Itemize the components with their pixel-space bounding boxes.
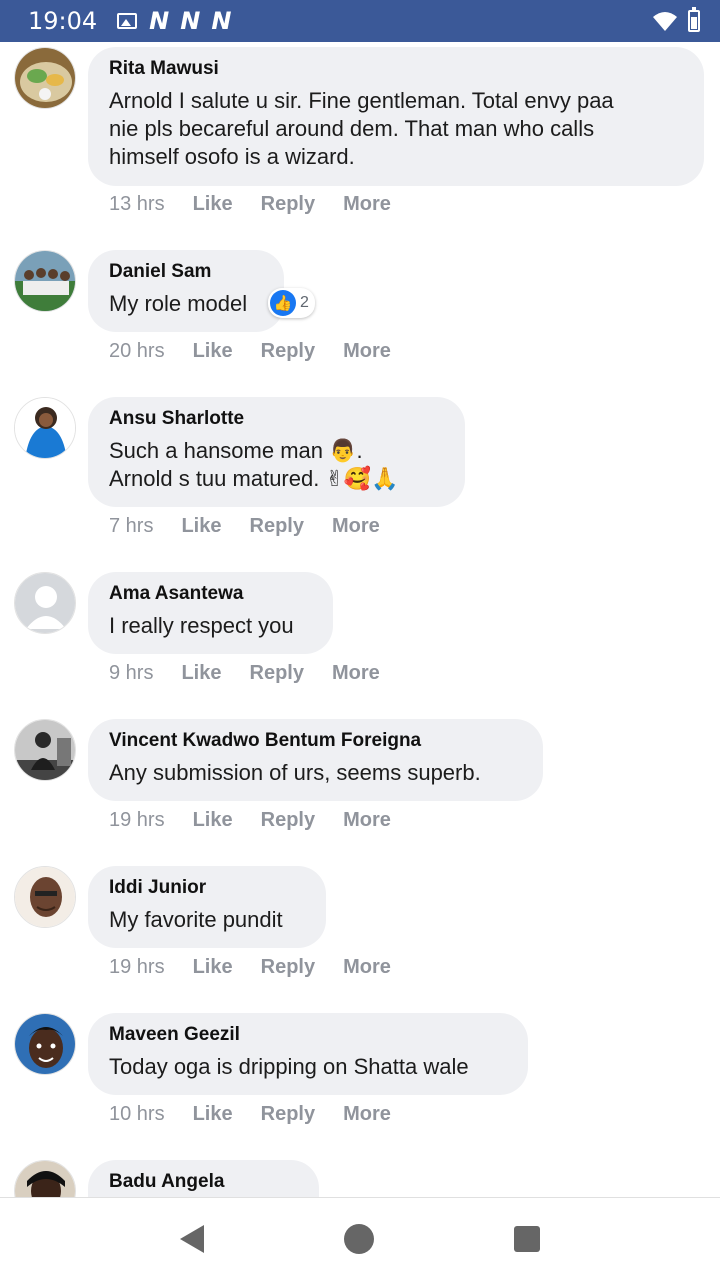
system-nav-bar [0,1197,720,1280]
home-icon[interactable] [344,1224,374,1254]
comment-bubble[interactable]: Ansu Sharlotte Such a hansome man 👨. Arn… [88,397,465,507]
notification-n-icon: N [149,7,169,35]
comment-bubble[interactable]: Vincent Kwadwo Bentum Foreigna Any submi… [88,719,543,801]
like-button[interactable]: Like [193,956,233,979]
like-button[interactable]: Like [181,515,221,538]
comment-text: My favorite pundit [109,907,283,932]
status-system-icons [652,7,700,32]
comment-author[interactable]: Maveen Geezil [109,1023,508,1047]
comment-bubble[interactable]: Rita Mawusi Arnold I salute u sir. Fine … [88,47,704,186]
avatar[interactable] [14,1160,76,1197]
notification-n-icon: N [180,7,200,35]
back-icon[interactable] [180,1225,204,1253]
reply-button[interactable]: Reply [250,662,304,685]
reply-button[interactable]: Reply [261,1103,315,1126]
avatar[interactable] [14,866,76,928]
comment-actions: 19 hrs Like Reply More [109,809,419,832]
comment-text: Any submission of urs, seems superb. [109,760,481,785]
comment-actions: 9 hrs Like Reply More [109,662,408,685]
more-button[interactable]: More [343,809,391,832]
comment-author[interactable]: Badu Angela [109,1170,299,1194]
status-notifications: N N N [117,7,231,35]
status-time: 19:04 [28,7,98,35]
comment-bubble[interactable]: Badu Angela [88,1160,319,1197]
comment-actions: 7 hrs Like Reply More [109,515,408,538]
comment-text: I really respect you [109,613,294,638]
comment-time: 9 hrs [109,662,154,684]
comment-author[interactable]: Rita Mawusi [109,57,684,81]
avatar[interactable] [14,1013,76,1075]
reply-button[interactable]: Reply [261,193,315,216]
avatar[interactable] [14,719,76,781]
avatar[interactable] [14,250,76,312]
comment-bubble[interactable]: Ama Asantewa I really respect you [88,572,333,654]
recents-icon[interactable] [514,1226,540,1252]
comment-time: 20 hrs [109,340,165,362]
avatar[interactable] [14,47,76,109]
comment-time: 19 hrs [109,809,165,831]
more-button[interactable]: More [332,515,380,538]
reply-button[interactable]: Reply [261,809,315,832]
comment-actions: 20 hrs Like Reply More [109,340,419,363]
comment-author[interactable]: Ama Asantewa [109,582,313,606]
notification-n-icon: N [211,7,231,35]
comment-author[interactable]: Daniel Sam [109,260,264,284]
battery-icon [688,7,700,32]
more-button[interactable]: More [343,193,391,216]
reply-button[interactable]: Reply [261,956,315,979]
comment-actions: 13 hrs Like Reply More [109,193,419,216]
like-button[interactable]: Like [193,1103,233,1126]
comment-text: My role model [109,291,248,316]
reply-button[interactable]: Reply [261,340,315,363]
comment-text: Arnold I salute u sir. Fine gentleman. T… [109,88,614,169]
comment-bubble[interactable]: Daniel Sam My role model [88,250,284,332]
avatar[interactable] [14,397,76,459]
comment-time: 13 hrs [109,193,165,215]
avatar[interactable] [14,572,76,634]
more-button[interactable]: More [343,956,391,979]
comment-author[interactable]: Vincent Kwadwo Bentum Foreigna [109,729,523,753]
comment-bubble[interactable]: Iddi Junior My favorite pundit [88,866,326,948]
reaction-count: 2 [300,294,309,311]
like-button[interactable]: Like [193,340,233,363]
comment-time: 19 hrs [109,956,165,978]
like-icon: 👍 [270,290,296,316]
reaction-badge[interactable]: 👍 2 [268,288,315,318]
comment-actions: 10 hrs Like Reply More [109,1103,419,1126]
comment-time: 10 hrs [109,1103,165,1125]
comment-actions: 19 hrs Like Reply More [109,956,419,979]
comment-author[interactable]: Ansu Sharlotte [109,407,445,431]
comment-feed[interactable]: Rita Mawusi Arnold I salute u sir. Fine … [0,42,720,1197]
wifi-icon [653,12,677,31]
status-bar: 19:04 N N N [0,0,720,42]
more-button[interactable]: More [343,1103,391,1126]
more-button[interactable]: More [332,662,380,685]
like-button[interactable]: Like [193,193,233,216]
more-button[interactable]: More [343,340,391,363]
comment-text: Today oga is dripping on Shatta wale [109,1054,469,1079]
like-button[interactable]: Like [193,809,233,832]
comment-time: 7 hrs [109,515,154,537]
comment-bubble[interactable]: Maveen Geezil Today oga is dripping on S… [88,1013,528,1095]
comment-text: Such a hansome man 👨. Arnold s tuu matur… [109,438,399,491]
like-button[interactable]: Like [181,662,221,685]
comment-author[interactable]: Iddi Junior [109,876,306,900]
reply-button[interactable]: Reply [250,515,304,538]
image-icon [117,13,138,29]
